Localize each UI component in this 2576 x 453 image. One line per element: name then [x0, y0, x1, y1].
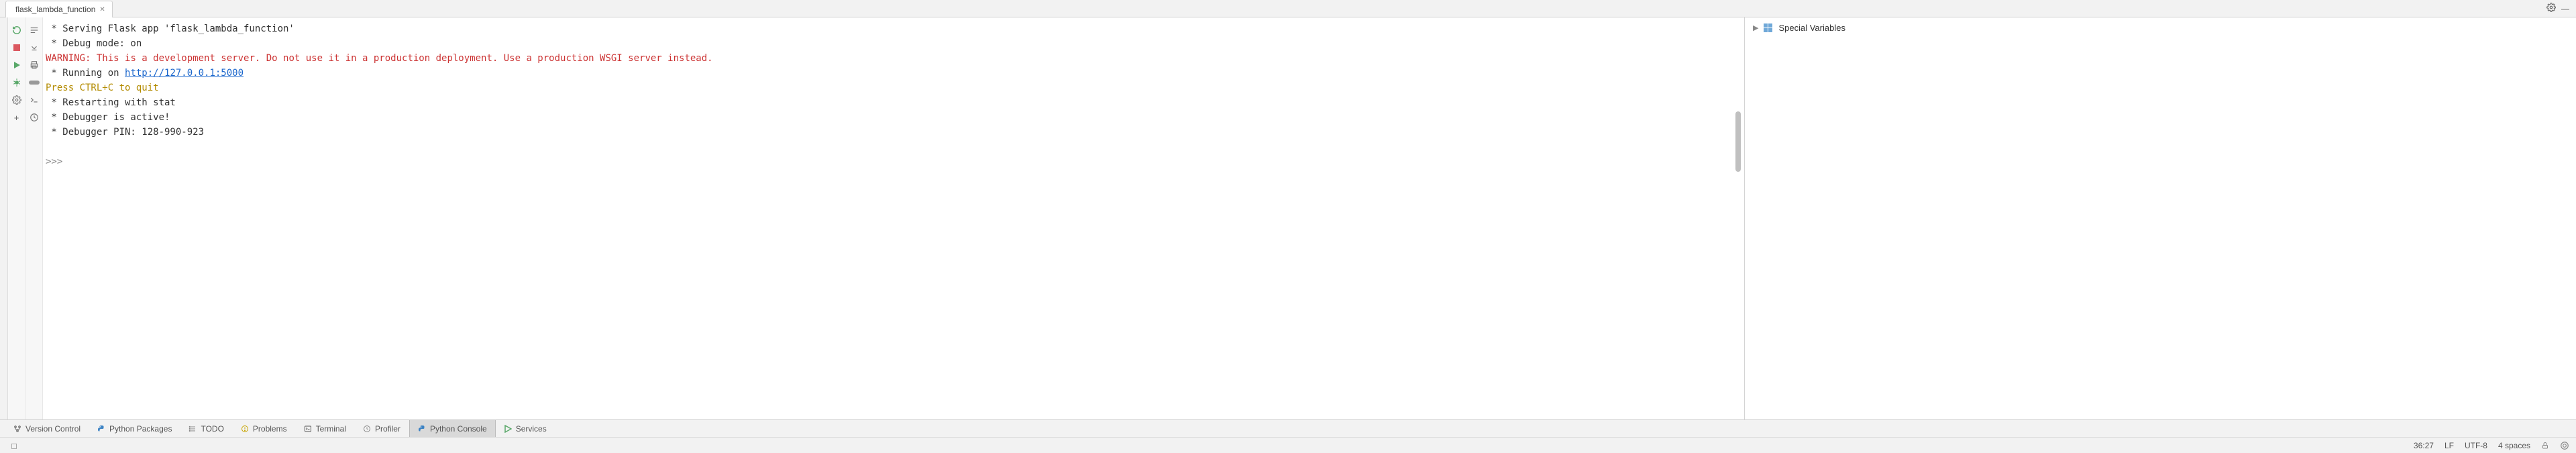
tool-label: Python Packages	[109, 424, 172, 434]
minimize-icon[interactable]: —	[2561, 4, 2569, 13]
stop-icon[interactable]	[11, 42, 23, 54]
print-icon[interactable]	[28, 59, 40, 71]
terminal-icon	[304, 425, 312, 433]
main-area: + * Serving Flask app 'flask_lambda_func…	[0, 17, 2576, 419]
soft-wrap-icon[interactable]	[28, 24, 40, 36]
console-with-input-icon[interactable]	[28, 94, 40, 106]
console-tab[interactable]: flask_lambda_function ✕	[5, 1, 113, 17]
rerun-icon[interactable]	[11, 24, 23, 36]
tool-profiler[interactable]: Profiler	[355, 420, 409, 437]
status-bar: ◻ 36:27 LF UTF-8 4 spaces	[0, 437, 2576, 453]
scrollbar-thumb[interactable]	[1735, 111, 1741, 172]
console-toolbar-primary: +	[8, 17, 25, 419]
tool-label: Profiler	[375, 424, 400, 434]
scroll-to-end-icon[interactable]	[28, 42, 40, 54]
tab-bar-right: —	[2546, 0, 2576, 17]
tab-label: flask_lambda_function	[15, 5, 95, 14]
ctrlc-hint: Press CTRL+C to quit	[46, 83, 159, 93]
warning-label: WARNING:	[46, 53, 91, 64]
special-variables-row[interactable]: ▶ Special Variables	[1753, 23, 2568, 33]
branch-icon	[13, 425, 21, 433]
status-encoding[interactable]: UTF-8	[2465, 441, 2487, 450]
tool-python-console[interactable]: Python Console	[409, 420, 496, 437]
close-icon[interactable]: ✕	[99, 6, 105, 13]
todo-icon	[189, 425, 197, 433]
new-console-icon[interactable]: +	[11, 111, 23, 123]
readonly-icon[interactable]	[2541, 442, 2549, 450]
tool-window-bar: Version Control Python Packages TODO Pro…	[0, 419, 2576, 437]
status-line-separator[interactable]: LF	[2445, 441, 2454, 450]
tool-label: Version Control	[25, 424, 80, 434]
history-icon[interactable]	[28, 111, 40, 123]
tool-label: Terminal	[316, 424, 346, 434]
tool-label: TODO	[201, 424, 223, 434]
profiler-icon	[363, 425, 371, 433]
python-console-icon	[418, 425, 426, 433]
settings-icon[interactable]	[11, 94, 23, 106]
console-toolbar-secondary	[25, 17, 43, 419]
tool-window-toggle-icon[interactable]: ◻	[11, 441, 17, 450]
gear-icon[interactable]	[2546, 3, 2556, 14]
problems-icon	[241, 425, 249, 433]
console-line: * Debugger is active!	[46, 112, 170, 123]
console-line: * Debugger PIN: 128-990-923	[46, 127, 204, 138]
tool-problems[interactable]: Problems	[233, 420, 296, 437]
left-gutter	[0, 17, 8, 419]
tool-services[interactable]: Services	[496, 420, 555, 437]
show-vars-icon[interactable]	[28, 77, 40, 89]
tool-todo[interactable]: TODO	[180, 420, 232, 437]
run-icon[interactable]	[11, 59, 23, 71]
variables-panel: ▶ Special Variables	[1744, 17, 2576, 419]
status-left: ◻	[7, 441, 17, 450]
tool-terminal[interactable]: Terminal	[296, 420, 355, 437]
console-line: * Restarting with stat	[46, 97, 176, 108]
special-variables-label: Special Variables	[1778, 23, 1845, 33]
running-prefix: * Running on	[46, 68, 125, 79]
console-prompt[interactable]: >>>	[46, 156, 62, 167]
tool-label: Problems	[253, 424, 287, 434]
console-output[interactable]: * Serving Flask app 'flask_lambda_functi…	[43, 17, 1733, 419]
tool-label: Services	[516, 424, 547, 434]
console-scrollbar[interactable]	[1733, 17, 1743, 419]
console-line: * Debug mode: on	[46, 38, 142, 49]
python-icon	[97, 425, 105, 433]
status-indent[interactable]: 4 spaces	[2498, 441, 2530, 450]
tool-label: Python Console	[430, 424, 487, 434]
tool-version-control[interactable]: Version Control	[5, 420, 89, 437]
tool-python-packages[interactable]: Python Packages	[89, 420, 180, 437]
console-line: * Serving Flask app 'flask_lambda_functi…	[46, 23, 294, 34]
warning-text: This is a development server. Do not use…	[91, 53, 712, 64]
services-icon	[504, 425, 512, 433]
console-tab-bar: flask_lambda_function ✕ —	[0, 0, 2576, 17]
console-wrap: * Serving Flask app 'flask_lambda_functi…	[43, 17, 1744, 419]
variables-group-icon	[1764, 23, 1773, 32]
chevron-right-icon: ▶	[1753, 23, 1758, 32]
status-cursor[interactable]: 36:27	[2414, 441, 2434, 450]
debug-icon[interactable]	[11, 77, 23, 89]
inspections-icon[interactable]	[2560, 441, 2569, 450]
running-url-link[interactable]: http://127.0.0.1:5000	[125, 68, 244, 79]
